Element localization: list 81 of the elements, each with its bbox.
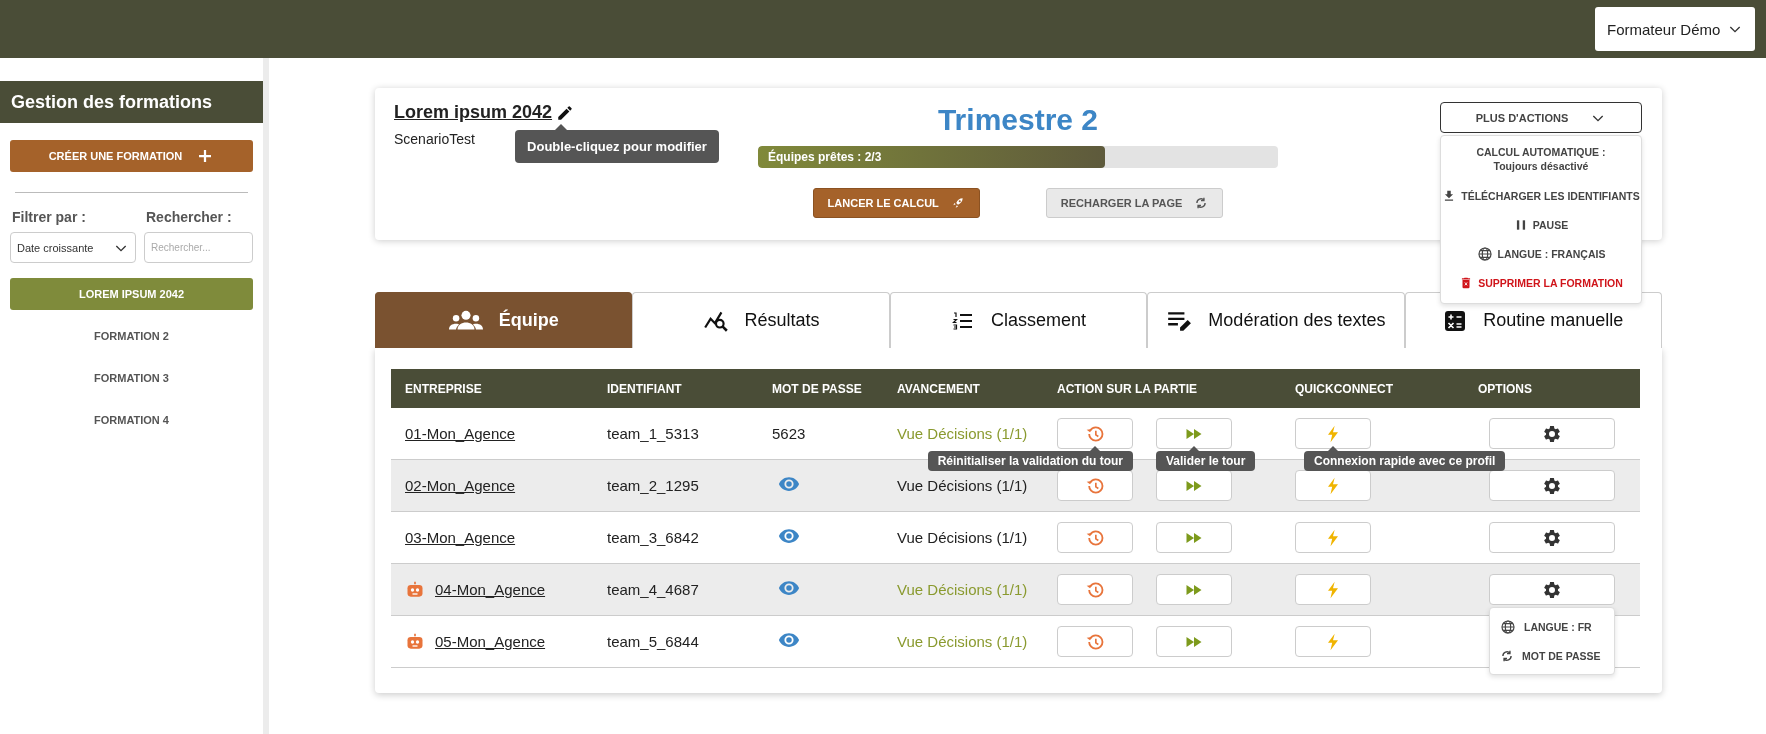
login-text: team_5_6844 — [607, 633, 699, 650]
options-button[interactable] — [1489, 574, 1615, 605]
login-text: team_3_6842 — [607, 529, 699, 546]
validate-turn-button[interactable] — [1156, 522, 1232, 553]
menu-item[interactable]: MOT DE PASSE — [1490, 641, 1614, 670]
refresh-icon — [1500, 648, 1514, 663]
pencil-icon — [556, 103, 575, 122]
menu-item[interactable]: CALCUL AUTOMATIQUE : Toujours désactivé — [1441, 140, 1641, 178]
tooltip: Réinitialiser la validation du tour — [927, 446, 1133, 471]
globe-icon — [1500, 618, 1516, 635]
progress-label: Équipes prêtes : 2/3 — [768, 148, 882, 166]
menu-item[interactable]: PAUSE — [1441, 210, 1641, 239]
sidebar-item[interactable]: FORMATION 2 — [10, 320, 253, 352]
launch-button[interactable]: LANCER LE CALCUL — [812, 188, 980, 218]
column-header: ENTREPRISE — [391, 369, 593, 408]
gear-icon — [1542, 475, 1562, 496]
column-header: AVANCEMENT — [883, 369, 1043, 408]
filter-select[interactable]: Date croissante — [10, 232, 136, 263]
menu-item[interactable]: LANGUE : FR — [1490, 612, 1614, 641]
company-link[interactable]: 04-Mon_Agence — [435, 581, 546, 598]
gear-icon — [1542, 423, 1562, 444]
search-field[interactable]: Rechercher... — [144, 232, 253, 263]
column-header: IDENTIFIANT — [593, 369, 758, 408]
filter-label: Filtrer par : — [11, 209, 87, 225]
progress-status: Vue Décisions (1/1) — [897, 633, 1028, 650]
sidebar-item[interactable]: FORMATION 4 — [10, 404, 253, 436]
tooltip: Valider le tour — [1156, 446, 1256, 471]
tab[interactable]: Équipe — [375, 292, 633, 348]
password-text: 5623 — [772, 425, 806, 442]
gear-icon — [1542, 579, 1562, 600]
session-title[interactable]: Lorem ipsum 2042 — [394, 102, 553, 123]
validate-turn-button[interactable] — [1156, 626, 1232, 657]
sidebar-item[interactable]: LOREM IPSUM 2042 — [10, 278, 253, 310]
column-header: ACTION SUR LA PARTIE — [1043, 369, 1281, 408]
tab[interactable]: Classement — [889, 292, 1148, 348]
history-icon — [1085, 423, 1105, 444]
company-link[interactable]: 01-Mon_Agence — [405, 425, 516, 442]
globe-icon — [1476, 245, 1493, 262]
validate-turn-button[interactable] — [1156, 574, 1232, 605]
gear-icon — [1542, 527, 1562, 548]
column-header: OPTIONS — [1464, 369, 1640, 408]
progress-status: Vue Décisions (1/1) — [897, 477, 1028, 494]
login-text: team_1_5313 — [607, 425, 699, 442]
user-menu[interactable]: Formateur Démo — [1595, 7, 1755, 51]
history-icon — [1085, 579, 1105, 600]
reload-button[interactable]: RECHARGER LA PAGE — [1045, 188, 1224, 218]
reset-turn-button[interactable] — [1057, 470, 1133, 501]
sidebar-title: Gestion des formations — [0, 81, 263, 123]
menu-item[interactable]: LANGUE : FRANÇAIS — [1441, 239, 1641, 268]
company-link[interactable]: 02-Mon_Agence — [405, 477, 516, 494]
validate-turn-button[interactable] — [1156, 418, 1232, 449]
period-title: Trimestre 2 — [937, 102, 1099, 138]
actions-dropdown[interactable]: PLUS D'ACTIONS — [1440, 102, 1642, 133]
column-header: QUICKCONNECT — [1281, 369, 1464, 408]
tab[interactable]: Modération des textes — [1147, 292, 1405, 348]
login-text: team_2_1295 — [607, 477, 699, 494]
scenario-name: ScenarioTest — [394, 131, 475, 147]
tooltip: Connexion rapide avec ce profil — [1304, 446, 1506, 471]
options-button[interactable] — [1489, 470, 1615, 501]
history-icon — [1085, 527, 1105, 548]
refresh-icon — [1194, 196, 1209, 210]
history-icon — [1085, 631, 1105, 652]
create-button[interactable]: CRÉER UNE FORMATION — [10, 140, 253, 172]
login-text: team_4_4687 — [607, 581, 699, 598]
history-icon — [1085, 475, 1105, 496]
menu-item[interactable]: TÉLÉCHARGER LES IDENTIFIANTS — [1441, 181, 1641, 210]
progress-status: Vue Décisions (1/1) — [897, 581, 1028, 598]
search-label: Rechercher : — [145, 209, 233, 225]
progress-status: Vue Décisions (1/1) — [897, 529, 1028, 546]
progress-status: Vue Décisions (1/1) — [897, 425, 1028, 442]
validate-turn-button[interactable] — [1156, 470, 1232, 501]
company-link[interactable]: 05-Mon_Agence — [435, 633, 546, 650]
column-header: MOT DE PASSE — [758, 369, 883, 408]
tooltip: Double-cliquez pour modifier — [515, 123, 719, 163]
tab[interactable]: Résultats — [632, 292, 890, 348]
calculator-icon — [1443, 308, 1468, 333]
options-button[interactable] — [1489, 522, 1615, 553]
options-button[interactable] — [1489, 418, 1615, 449]
company-link[interactable]: 03-Mon_Agence — [405, 529, 516, 546]
quickconnect-button[interactable] — [1295, 470, 1371, 501]
sidebar-item[interactable]: FORMATION 3 — [10, 362, 253, 394]
